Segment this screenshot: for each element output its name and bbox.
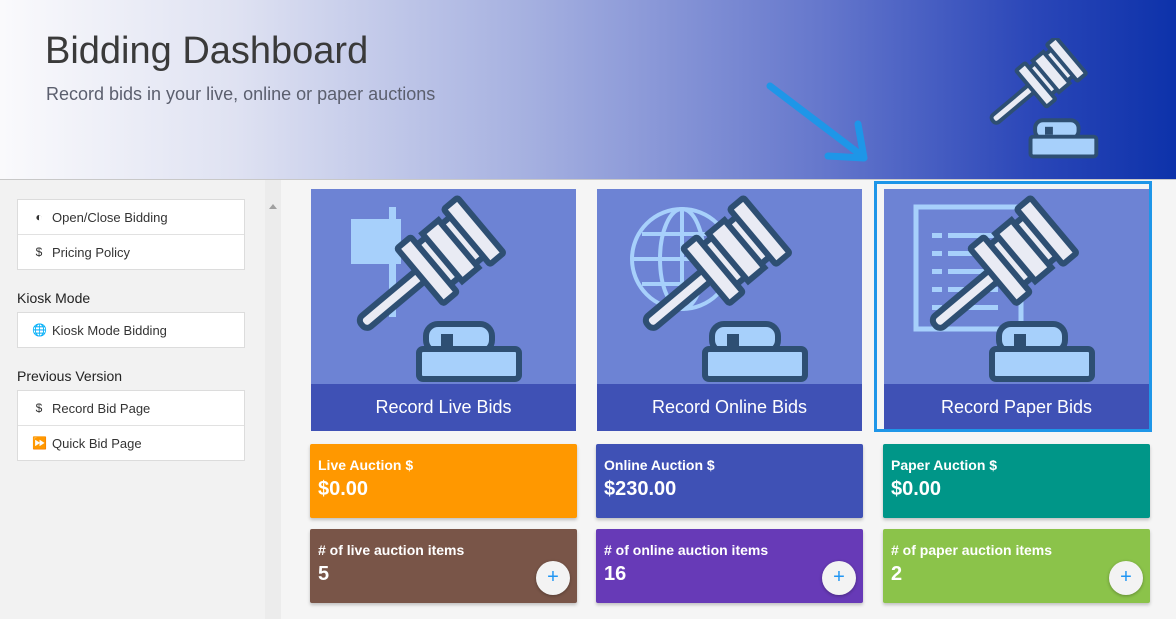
online-auction-total-card: Online Auction $ $230.00 <box>596 444 863 518</box>
online-items-count-card: # of online auction items 16 + <box>596 529 863 603</box>
card-label: Live Auction $ <box>318 457 414 473</box>
gavel-icon <box>975 38 1099 159</box>
menu-item-label: Record Bid Page <box>52 400 151 416</box>
record-online-bids-tile[interactable]: Record Online Bids <box>597 189 862 431</box>
bidding-menu: ◐ Open/Close Bidding $ Pricing Policy <box>17 199 245 270</box>
gavel-with-globe-icon <box>597 189 862 384</box>
toggle-icon: ◐ <box>35 210 43 224</box>
menu-item-quick-bid-page[interactable]: ⏩ Quick Bid Page <box>18 426 244 460</box>
fast-forward-icon: ⏩ <box>32 436 47 450</box>
sidebar-scrollbar[interactable] <box>265 180 281 619</box>
card-value: $0.00 <box>318 478 369 500</box>
live-auction-total-card: Live Auction $ $0.00 <box>310 444 577 518</box>
menu-item-kiosk-mode-bidding[interactable]: 🌐 Kiosk Mode Bidding <box>18 313 244 347</box>
kiosk-menu: 🌐 Kiosk Mode Bidding <box>17 312 245 348</box>
card-label: # of online auction items <box>604 542 769 558</box>
previous-version-heading: Previous Version <box>17 368 123 384</box>
arrow-icon <box>766 82 868 162</box>
card-label: # of paper auction items <box>891 542 1053 558</box>
paper-auction-total-card: Paper Auction $ $0.00 <box>883 444 1150 518</box>
menu-item-label: Quick Bid Page <box>52 435 142 451</box>
add-live-item-button[interactable]: + <box>536 561 570 595</box>
card-value: $0.00 <box>891 478 942 500</box>
menu-item-label: Pricing Policy <box>52 244 131 260</box>
card-label: Paper Auction $ <box>891 457 998 473</box>
card-value: 2 <box>891 563 903 585</box>
add-online-item-button[interactable]: + <box>822 561 856 595</box>
add-paper-item-button[interactable]: + <box>1109 561 1143 595</box>
highlight-frame <box>874 181 1152 432</box>
menu-item-label: Kiosk Mode Bidding <box>52 322 167 338</box>
card-label: # of live auction items <box>318 542 465 558</box>
globe-icon: 🌐 <box>32 323 47 337</box>
kiosk-heading: Kiosk Mode <box>17 290 91 306</box>
page-header: Bidding Dashboard Record bids in your li… <box>0 0 1176 180</box>
paper-items-count-card: # of paper auction items 2 + <box>883 529 1150 603</box>
scroll-up-arrow[interactable] <box>269 204 277 209</box>
live-items-count-card: # of live auction items 5 + <box>310 529 577 603</box>
menu-item-pricing-policy[interactable]: $ Pricing Policy <box>18 235 244 269</box>
card-value: 5 <box>318 563 330 585</box>
card-value: $230.00 <box>604 478 677 500</box>
tile-label: Record Online Bids <box>597 384 862 431</box>
page-subtitle: Record bids in your live, online or pape… <box>46 84 436 104</box>
record-live-bids-tile[interactable]: Record Live Bids <box>311 189 576 431</box>
dollar-icon: $ <box>35 401 43 415</box>
previous-version-menu: $ Record Bid Page ⏩ Quick Bid Page <box>17 390 245 461</box>
card-value: 16 <box>604 563 627 585</box>
menu-item-record-bid-page[interactable]: $ Record Bid Page <box>18 391 244 426</box>
menu-item-label: Open/Close Bidding <box>52 209 168 225</box>
menu-item-open-close-bidding[interactable]: ◐ Open/Close Bidding <box>18 200 244 235</box>
gavel-with-sign-icon <box>311 189 576 384</box>
dollar-icon: $ <box>35 245 43 259</box>
page-title: Bidding Dashboard <box>45 30 369 72</box>
card-label: Online Auction $ <box>604 457 715 473</box>
tile-label: Record Live Bids <box>311 384 576 431</box>
